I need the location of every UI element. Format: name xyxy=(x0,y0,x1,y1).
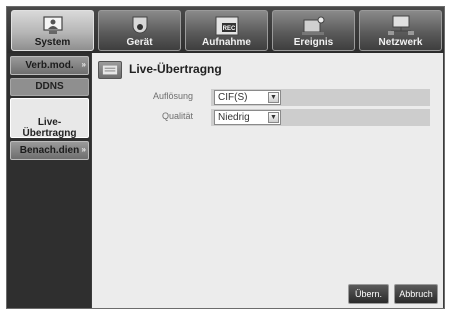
tab-event[interactable]: Ereignis xyxy=(272,10,355,51)
resolution-label: Auflösung xyxy=(152,91,193,101)
tab-system[interactable]: System xyxy=(11,10,94,51)
apply-button[interactable]: Übern. xyxy=(348,284,389,304)
event-alarm-icon xyxy=(301,16,324,35)
quality-select[interactable]: Niedrig ▼ xyxy=(214,110,281,125)
resolution-select[interactable]: CIF(S) ▼ xyxy=(214,90,281,105)
sidebar-item-label: Live- Übertragng xyxy=(22,117,77,139)
quality-label: Qualität xyxy=(161,111,193,121)
rec-icon: REC xyxy=(215,16,238,36)
live-stream-icon xyxy=(98,61,122,79)
collapse-icon: » xyxy=(81,60,86,69)
sidebar-group-notification[interactable]: Benach.dien » xyxy=(10,141,89,160)
svg-text:REC: REC xyxy=(222,26,235,32)
camera-icon xyxy=(132,16,147,34)
sidebar-item-ddns[interactable]: DDNS xyxy=(10,78,89,96)
tab-network-label: Netzwerk xyxy=(378,37,423,48)
collapse-icon: » xyxy=(81,145,86,154)
settings-window: System Gerät REC Aufnahme Ereignis Netzw… xyxy=(6,6,445,309)
resolution-value: CIF(S) xyxy=(218,92,248,103)
cancel-button[interactable]: Abbruch xyxy=(394,284,438,304)
network-icon xyxy=(387,15,414,35)
sidebar-group-label: Benach.dien xyxy=(19,145,80,156)
monitor-icon xyxy=(42,16,63,34)
page-title: Live-Übertragng xyxy=(129,62,222,76)
tab-recording-label: Aufnahme xyxy=(202,37,251,48)
tab-device[interactable]: Gerät xyxy=(98,10,181,51)
settings-panel: Live-Übertragng Auflösung CIF(S) ▼ Quali… xyxy=(92,53,443,308)
tab-system-label: System xyxy=(34,37,71,48)
quality-row: Qualität Niedrig ▼ xyxy=(92,109,443,126)
tab-recording[interactable]: REC Aufnahme xyxy=(185,10,268,51)
tab-device-label: Gerät xyxy=(126,37,153,48)
sidebar-group-connection-mode[interactable]: Verb.mod. » xyxy=(10,56,89,75)
chevron-down-icon[interactable]: ▼ xyxy=(268,92,279,103)
sidebar-menu: Verb.mod. » DDNS Live- Übertragng Benach… xyxy=(7,53,91,308)
tab-network[interactable]: Netzwerk xyxy=(359,10,442,51)
main-tab-bar: System Gerät REC Aufnahme Ereignis Netzw… xyxy=(7,7,444,53)
sidebar-group-label: Verb.mod. xyxy=(25,60,74,71)
sidebar-item-label: DDNS xyxy=(35,81,64,92)
sidebar-item-live-stream[interactable]: Live- Übertragng xyxy=(10,98,89,139)
chevron-down-icon[interactable]: ▼ xyxy=(268,112,279,123)
quality-value: Niedrig xyxy=(218,112,250,123)
tab-event-label: Ereignis xyxy=(293,37,334,48)
resolution-row: Auflösung CIF(S) ▼ xyxy=(92,89,443,106)
